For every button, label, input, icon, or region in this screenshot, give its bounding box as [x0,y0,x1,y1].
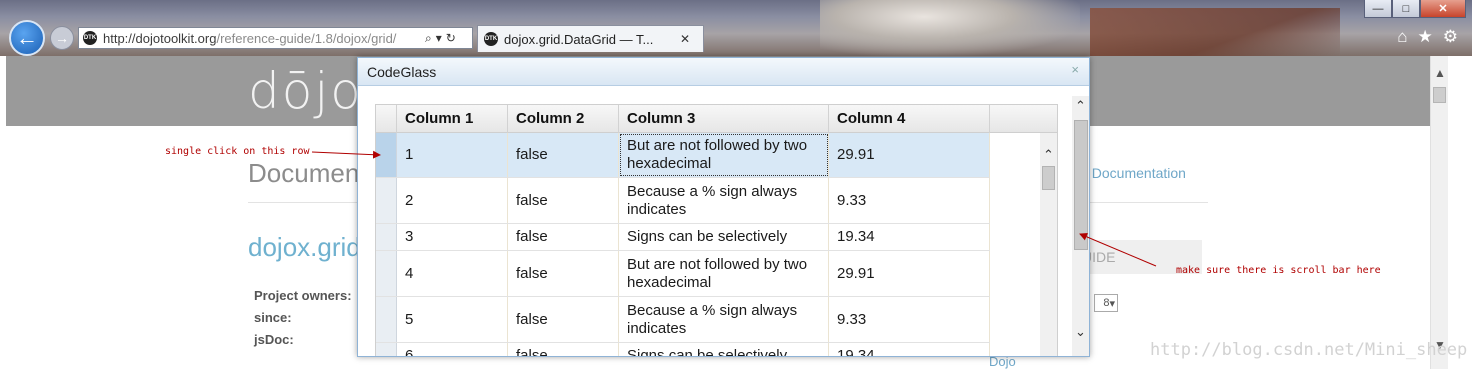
row-selector[interactable] [376,297,397,342]
meta-since: since: [254,310,292,325]
grid-cell[interactable]: But are not followed by two hexadecimal [619,133,829,177]
row-selector[interactable] [376,178,397,223]
row-annotation: single click on this row [165,146,310,157]
table-row[interactable]: 1 false But are not followed by two hexa… [376,133,990,178]
row-selector[interactable] [376,224,397,250]
grid-cell[interactable]: 4 [397,251,508,296]
table-row[interactable]: 5 false Because a % sign always indicate… [376,297,990,343]
back-button[interactable]: ← [9,20,45,56]
grid-scrollbar[interactable]: ⌃ [1040,133,1057,356]
module-title: dojox.grid [248,232,361,262]
grid-cell[interactable]: 5 [397,297,508,342]
grid-cell[interactable]: 19.34 [829,343,990,356]
browser-chrome: — □ ✕ ← → DTK http://dojotoolkit.org/ref… [0,0,1472,56]
grid-cell[interactable]: false [508,133,619,177]
grid-cell[interactable]: 9.33 [829,297,990,342]
column-header-4[interactable]: Column 4 [829,105,990,133]
grid-cell[interactable]: Signs can be selectively [619,343,829,356]
watermark: http://blog.csdn.net/Mini_sheep [1150,340,1468,360]
column-header-1[interactable]: Column 1 [397,105,508,133]
grid-cell[interactable]: 2 [397,178,508,223]
dialog-scroll-up-icon[interactable]: ⌃ [1075,98,1086,114]
row-selector[interactable] [376,343,397,356]
grid-cell[interactable]: 29.91 [829,133,990,177]
grid-cell[interactable]: 19.34 [829,224,990,250]
dialog-scrollbar[interactable]: ⌃ ⌄ [1072,96,1089,356]
dialog-close-icon[interactable]: × [1071,62,1079,77]
grid-cell[interactable]: false [508,178,619,223]
page-scrollbar[interactable]: ▲ ▼ [1430,56,1448,369]
grid-cell[interactable]: false [508,251,619,296]
table-row[interactable]: 6 false Signs can be selectively 19.34 [376,343,990,356]
row-selector[interactable] [376,251,397,296]
grid-cell[interactable]: false [508,224,619,250]
browser-tools: ⌂ ★ ⚙ [1397,28,1458,46]
close-tab-icon[interactable]: ✕ [680,32,690,46]
page-heading: Documen [248,158,360,188]
dojo-logo[interactable]: dōjo [248,62,363,120]
column-header-3[interactable]: Column 3 [619,105,829,133]
codeglass-dialog: CodeGlass × Column 1 Column 2 Column 3 C… [357,57,1090,357]
meta-project-owners: Project owners: [254,288,352,303]
page-scroll-thumb[interactable] [1433,87,1446,103]
grid-cell[interactable]: 1 [397,133,508,177]
refresh-icon[interactable]: ↻ [446,31,456,45]
grid-cell[interactable]: 6 [397,343,508,356]
site-favicon-icon: DTK [83,31,97,45]
meta-jsdoc: jsDoc: [254,332,294,347]
home-icon[interactable]: ⌂ [1397,28,1407,46]
dialog-scroll-thumb[interactable] [1074,120,1088,250]
scrollbar-annotation: make sure there is scroll bar here [1176,265,1381,276]
grid-header: Column 1 Column 2 Column 3 Column 4 [376,105,1057,133]
grid-cell[interactable]: false [508,343,619,356]
table-row[interactable]: 4 false But are not followed by two hexa… [376,251,990,297]
grid-cell[interactable]: false [508,297,619,342]
search-icon[interactable]: ⌕ [425,31,432,46]
header-row-selector [376,105,397,133]
chevron-down-icon[interactable]: ▾ [436,31,442,45]
version-select[interactable]: 8 ▾ [1094,294,1118,312]
back-arrow-icon: ← [16,25,38,50]
minimize-button[interactable]: — [1364,0,1392,18]
grid-cell[interactable]: 29.91 [829,251,990,296]
grid-body: 1 false But are not followed by two hexa… [376,133,1057,356]
grid-cell[interactable]: 3 [397,224,508,250]
tab-title: dojox.grid.DataGrid — T... [504,31,654,47]
scroll-up-icon[interactable]: ▲ [1434,66,1446,80]
favorites-star-icon[interactable]: ★ [1418,28,1433,46]
close-window-button[interactable]: ✕ [1420,0,1466,18]
grid-scroll-thumb[interactable] [1042,166,1055,190]
url-path: /reference-guide/1.8/dojox/grid/ [216,30,397,46]
dialog-title: CodeGlass [367,63,437,80]
column-header-2[interactable]: Column 2 [508,105,619,133]
grid-cell[interactable]: Signs can be selectively [619,224,829,250]
tab-datagrid[interactable]: DTK dojox.grid.DataGrid — T... ✕ [477,25,704,52]
maximize-button[interactable]: □ [1392,0,1420,18]
table-row[interactable]: 3 false Signs can be selectively 19.34 [376,224,990,251]
url-text[interactable]: http://dojotoolkit.org/reference-guide/1… [103,31,421,46]
window-controls: — □ ✕ [1364,0,1466,18]
settings-gear-icon[interactable]: ⚙ [1443,28,1458,46]
api-documentation-link[interactable]: I Documentation [1084,165,1186,181]
table-row[interactable]: 2 false Because a % sign always indicate… [376,178,990,224]
address-bar[interactable]: DTK http://dojotoolkit.org/reference-gui… [78,27,473,49]
row-selector[interactable] [376,133,397,177]
dialog-titlebar[interactable]: CodeGlass [358,58,1089,86]
data-grid: Column 1 Column 2 Column 3 Column 4 1 fa… [375,104,1058,356]
forward-button[interactable]: → [50,26,74,50]
grid-cell[interactable]: 9.33 [829,178,990,223]
grid-cell[interactable]: Because a % sign always indicates [619,178,829,223]
dialog-scroll-down-icon[interactable]: ⌄ [1075,324,1086,340]
grid-scroll-up-icon[interactable]: ⌃ [1043,147,1054,163]
tab-favicon-icon: DTK [484,32,498,46]
grid-cell[interactable]: But are not followed by two hexadecimal [619,251,829,296]
url-host: http://dojotoolkit.org [103,30,217,46]
version-value: 8 [1103,297,1110,309]
forward-arrow-icon: → [55,30,69,46]
grid-cell[interactable]: Because a % sign always indicates [619,297,829,342]
